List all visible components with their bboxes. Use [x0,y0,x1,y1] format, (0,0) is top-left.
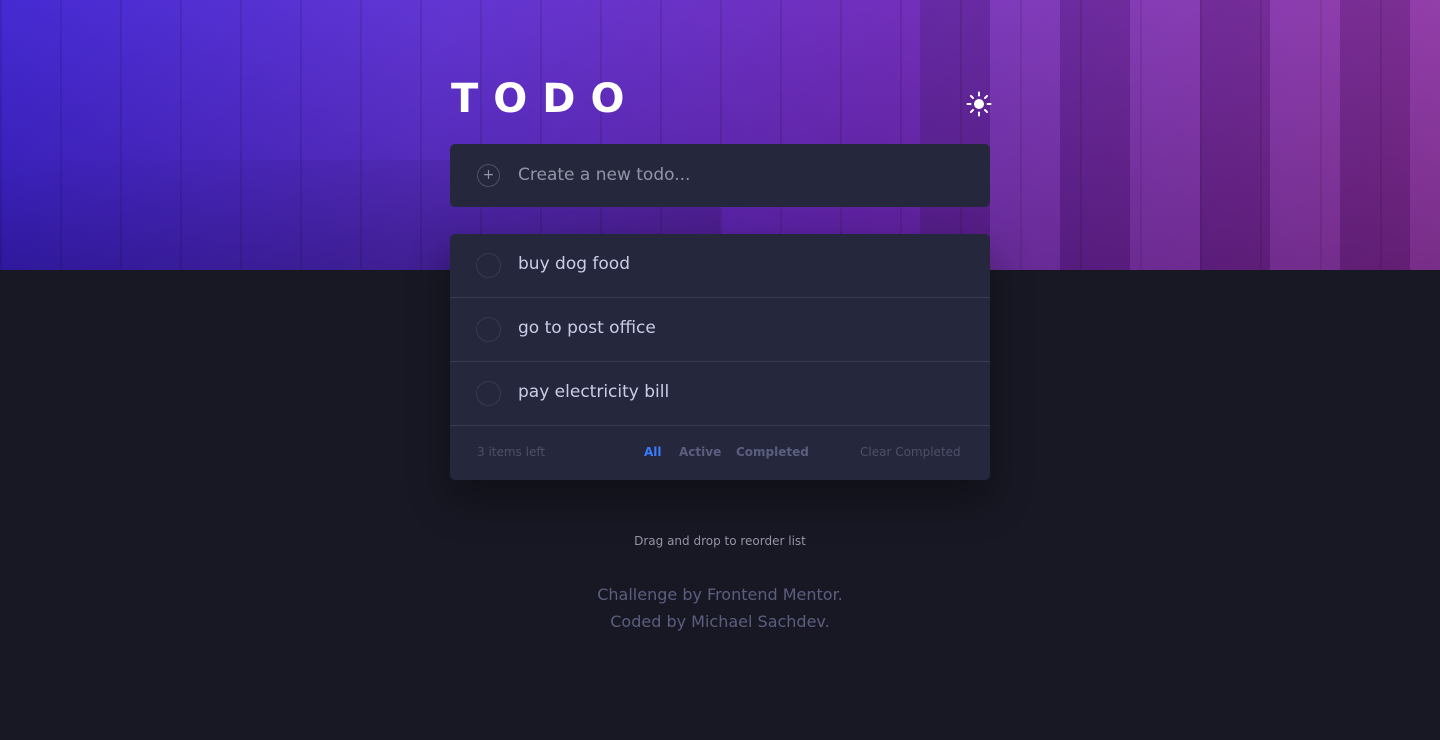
filter-all[interactable]: All [644,445,662,459]
sun-icon [966,91,992,117]
clear-completed-button[interactable]: Clear Completed [860,445,961,459]
attribution-line-2: Coded by Michael Sachdev. [610,612,830,631]
list-item[interactable]: pay electricity bill [450,362,990,426]
list-item[interactable]: buy dog food [450,234,990,298]
attribution: Challenge by Frontend Mentor. Coded by M… [0,581,1440,635]
app-title: TODO [451,76,640,122]
attribution-line-1: Challenge by Frontend Mentor. [597,585,843,604]
filter-completed[interactable]: Completed [736,445,809,459]
plus-icon[interactable]: + [477,164,500,187]
todo-list: buy dog food go to post office pay elect… [450,234,990,480]
todo-checkbox[interactable] [476,253,501,278]
drag-hint: Drag and drop to reorder list [634,534,806,548]
items-left-count: 3 items left [477,445,546,459]
list-footer: 3 items left All Active Completed Clear … [450,426,990,480]
hero-pillars [920,0,1440,270]
todo-text: go to post office [518,318,656,338]
filter-active[interactable]: Active [679,445,721,459]
new-todo-input[interactable] [518,160,958,190]
todo-checkbox[interactable] [476,317,501,342]
todo-text: buy dog food [518,254,630,274]
hero-banner [0,0,1440,270]
todo-text: pay electricity bill [518,382,670,402]
todo-checkbox[interactable] [476,381,501,406]
list-item[interactable]: go to post office [450,298,990,362]
theme-toggle-button[interactable] [966,91,992,117]
